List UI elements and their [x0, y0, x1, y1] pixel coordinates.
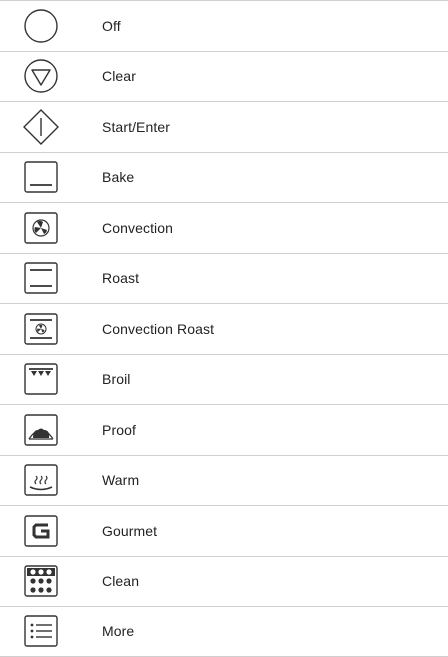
row-label: Off — [102, 17, 121, 34]
row-label: Convection Roast — [102, 320, 215, 337]
row-label: Convection — [102, 219, 174, 236]
row-label: Gourmet — [102, 522, 158, 539]
row-warm[interactable]: Warm — [0, 454, 448, 506]
row-proof[interactable]: Proof — [0, 404, 448, 455]
proof-bread-icon — [23, 413, 59, 447]
oven-mode-list: Off Clear Start/Enter Bake Convection Ro… — [0, 0, 448, 657]
row-label: Start/Enter — [102, 118, 171, 135]
convection-roast-icon — [23, 312, 59, 346]
bake-icon — [23, 160, 59, 194]
gourmet-g-icon — [23, 514, 59, 548]
row-more[interactable]: More — [0, 606, 448, 657]
row-label: Proof — [102, 421, 136, 438]
roast-icon — [23, 261, 59, 295]
row-bake[interactable]: Bake — [0, 151, 448, 203]
row-label: Roast — [102, 270, 140, 287]
row-label: Bake — [102, 169, 135, 186]
row-off[interactable]: Off — [0, 0, 448, 51]
row-clear[interactable]: Clear — [0, 50, 448, 102]
row-start-enter[interactable]: Start/Enter — [0, 101, 448, 152]
clear-triangle-icon — [23, 58, 59, 94]
row-gourmet[interactable]: Gourmet — [0, 505, 448, 556]
row-clean[interactable]: Clean — [0, 555, 448, 607]
row-label: Warm — [102, 472, 140, 489]
clean-dots-icon — [23, 564, 59, 598]
row-label: Broil — [102, 371, 131, 388]
row-convection[interactable]: Convection — [0, 202, 448, 253]
row-broil[interactable]: Broil — [0, 353, 448, 405]
row-label: More — [102, 623, 135, 640]
start-diamond-icon — [21, 107, 61, 147]
broil-icon — [23, 362, 59, 396]
more-list-icon — [23, 614, 59, 648]
warm-steam-icon — [23, 463, 59, 497]
convection-fan-icon — [23, 211, 59, 245]
off-circle-icon — [23, 8, 59, 44]
row-convection-roast[interactable]: Convection Roast — [0, 303, 448, 354]
row-label: Clean — [102, 573, 140, 590]
row-label: Clear — [102, 68, 136, 85]
row-roast[interactable]: Roast — [0, 252, 448, 304]
